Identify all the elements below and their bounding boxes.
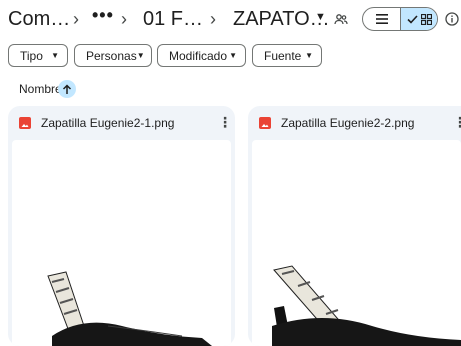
caret-down-icon: ▼ [51,51,59,60]
more-vert-icon[interactable]: ⋮ [453,115,461,129]
list-icon [375,14,388,24]
caret-down-icon: ▼ [136,51,145,60]
grid-icon [420,13,432,25]
list-view-button[interactable] [363,8,400,30]
filter-people-label: Personas [86,48,137,63]
filter-modified-chip[interactable]: Modificado ▼ [157,44,246,67]
breadcrumb-root[interactable]: Com… [8,8,70,31]
grid-view-button[interactable] [400,8,437,30]
chevron-right-icon: › [121,9,127,29]
filter-type-label: Tipo [20,48,43,63]
shoe-image [272,265,461,346]
filter-type-chip[interactable]: Tipo ▼ [8,44,68,67]
image-file-icon [259,117,271,129]
chevron-right-icon: › [73,9,79,29]
file-card[interactable]: Zapatilla Eugenie2-1.png ⋮ [8,106,235,346]
image-file-icon [19,117,31,129]
info-icon[interactable] [444,11,460,27]
caret-down-icon: ▼ [305,51,313,60]
file-card-header: Zapatilla Eugenie2-1.png ⋮ [8,106,235,140]
caret-down-icon: ▼ [229,51,237,60]
more-vert-icon[interactable]: ⋮ [218,115,232,129]
file-thumbnail[interactable] [252,140,461,346]
breadcrumb-overflow-button[interactable]: ••• [92,5,114,26]
arrow-up-icon [62,83,72,94]
caret-down-icon[interactable]: ▼ [315,11,326,23]
file-name: Zapatilla Eugenie2-2.png [281,116,415,130]
file-name: Zapatilla Eugenie2-1.png [41,116,175,130]
breadcrumb-folder[interactable]: 01 F… [143,8,203,31]
chevron-right-icon: › [210,9,216,29]
breadcrumb: Com… › ••• › 01 F… › ZAPATO… ▼ [0,0,461,40]
filter-people-chip[interactable]: Personas ▼ [74,44,152,67]
filter-source-label: Fuente [264,48,302,63]
sort-direction-button[interactable] [58,80,76,98]
check-icon [406,14,418,24]
file-card-header: Zapatilla Eugenie2-2.png ⋮ [248,106,461,140]
shoe-image [47,271,212,346]
file-thumbnail[interactable] [12,140,231,346]
people-icon[interactable] [333,11,349,27]
view-toggle [362,7,438,31]
file-card[interactable]: Zapatilla Eugenie2-2.png ⋮ [248,106,461,346]
filter-modified-label: Modificado [169,48,228,63]
filter-source-chip[interactable]: Fuente ▼ [252,44,322,67]
sort-label[interactable]: Nombre [19,82,62,96]
